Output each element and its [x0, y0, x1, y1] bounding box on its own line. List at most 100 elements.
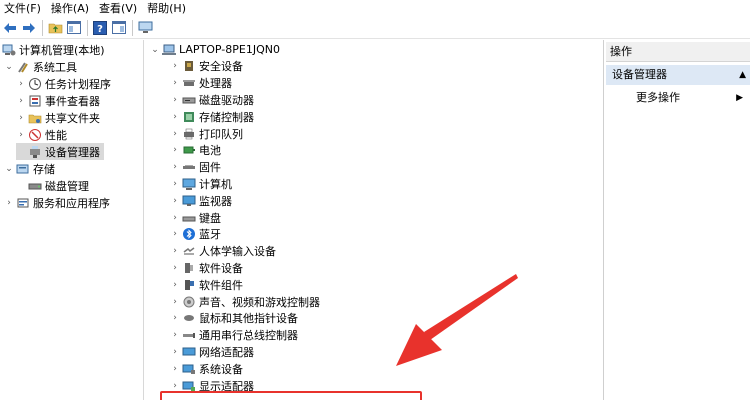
- expand-chevron-icon[interactable]: ›: [170, 213, 180, 223]
- help-icon: ?: [93, 20, 107, 35]
- expand-chevron-icon[interactable]: ›: [170, 297, 180, 307]
- expand-chevron-icon[interactable]: ›: [170, 246, 180, 256]
- device-category-label: 鼠标和其他指针设备: [199, 312, 298, 326]
- console-tree-item[interactable]: ⌄ 系统工具: [4, 58, 77, 75]
- expand-chevron-icon[interactable]: ›: [170, 313, 180, 323]
- device-category-item[interactable]: › 鼠标和其他指针设备: [170, 310, 298, 327]
- expand-chevron-icon[interactable]: ›: [170, 381, 180, 391]
- expand-chevron-icon[interactable]: ›: [170, 196, 180, 206]
- show-hide-tree-button[interactable]: [66, 20, 82, 36]
- shared-folder-icon: [28, 111, 42, 125]
- menu-file[interactable]: 文件(F): [0, 0, 47, 17]
- device-category-item[interactable]: › 系统设备: [170, 360, 243, 377]
- device-category-item[interactable]: › 软件设备: [170, 259, 243, 276]
- more-actions-item[interactable]: 更多操作 ▶: [606, 89, 750, 107]
- device-category-label: 人体学输入设备: [199, 245, 276, 259]
- expand-chevron-icon[interactable]: ›: [16, 79, 26, 89]
- expand-chevron-icon[interactable]: ›: [170, 61, 180, 71]
- console-tree-item[interactable]: › 任务计划程序: [16, 75, 111, 92]
- collapse-chevron-icon[interactable]: ⌄: [4, 164, 14, 174]
- expand-chevron-icon[interactable]: ›: [170, 145, 180, 155]
- console-tree-label: 共享文件夹: [45, 111, 100, 125]
- device-category-item[interactable]: › 网络适配器: [170, 343, 254, 360]
- back-arrow-icon: [4, 22, 16, 33]
- computer-icon: [182, 177, 196, 191]
- expand-chevron-icon[interactable]: ›: [170, 263, 180, 273]
- expand-chevron-icon[interactable]: ›: [170, 364, 180, 374]
- console-tree-item[interactable]: 磁盘管理: [16, 177, 89, 194]
- device-category-item[interactable]: › 处理器: [170, 75, 232, 92]
- menu-help[interactable]: 帮助(H): [143, 0, 192, 17]
- disk-drive-icon: [182, 93, 196, 107]
- device-manager-icon: [28, 145, 42, 159]
- computer-management-icon: [2, 43, 16, 57]
- console-tree-item[interactable]: 设备管理器: [16, 143, 104, 160]
- device-category-label: 软件组件: [199, 278, 243, 292]
- device-category-item[interactable]: › 电池: [170, 142, 221, 159]
- red-highlight-box: [160, 391, 422, 400]
- folder-up-icon: [48, 23, 62, 34]
- expand-chevron-icon[interactable]: ›: [170, 95, 180, 105]
- toolbar-separator: [87, 19, 88, 36]
- expand-chevron-icon[interactable]: ›: [170, 347, 180, 357]
- expand-chevron-icon[interactable]: ›: [16, 96, 26, 106]
- menu-bar: 文件(F) 操作(A) 查看(V) 帮助(H): [0, 0, 750, 17]
- console-tree-item[interactable]: › 共享文件夹: [16, 109, 100, 126]
- usb-icon: [182, 328, 196, 342]
- device-category-item[interactable]: › 安全设备: [170, 58, 243, 75]
- up-folder-button[interactable]: [47, 20, 63, 36]
- device-category-item[interactable]: › 通用串行总线控制器: [170, 327, 298, 344]
- monitor-scan-icon: [138, 21, 152, 33]
- device-category-item[interactable]: › 计算机: [170, 175, 232, 192]
- device-category-label: 系统设备: [199, 362, 243, 376]
- actions-section[interactable]: 设备管理器 ▲: [606, 65, 750, 85]
- console-tree-item[interactable]: › 服务和应用程序: [4, 194, 110, 211]
- expand-chevron-icon[interactable]: ›: [170, 229, 180, 239]
- device-category-item[interactable]: › 磁盘驱动器: [170, 91, 254, 108]
- device-category-item[interactable]: › 存储控制器: [170, 108, 254, 125]
- expand-chevron-icon[interactable]: ›: [170, 162, 180, 172]
- disk-management-icon: [28, 179, 42, 193]
- expand-chevron-icon[interactable]: ›: [170, 280, 180, 290]
- console-tree-label: 计算机管理(本地): [19, 43, 105, 57]
- laptop-icon: [162, 43, 176, 57]
- console-tree-item[interactable]: › 性能: [16, 126, 67, 143]
- device-category-item[interactable]: › 声音、视频和游戏控制器: [170, 293, 320, 310]
- toolbar-separator: [132, 19, 133, 36]
- expand-chevron-icon[interactable]: ›: [16, 130, 26, 140]
- svg-text:?: ?: [97, 24, 103, 35]
- services-icon: [16, 196, 30, 210]
- device-category-item[interactable]: › 打印队列: [170, 125, 243, 142]
- device-category-label: 存储控制器: [199, 110, 254, 124]
- expand-chevron-icon[interactable]: ›: [16, 113, 26, 123]
- back-button[interactable]: [2, 20, 18, 36]
- expand-chevron-icon[interactable]: ›: [170, 330, 180, 340]
- expand-chevron-icon[interactable]: ›: [170, 129, 180, 139]
- device-category-item[interactable]: › 蓝牙: [170, 226, 221, 243]
- device-category-item[interactable]: › 软件组件: [170, 276, 243, 293]
- expand-chevron-icon[interactable]: ›: [170, 179, 180, 189]
- scan-hardware-button[interactable]: [137, 20, 153, 36]
- device-category-item[interactable]: › 固件: [170, 159, 221, 176]
- bluetooth-icon: [182, 227, 196, 241]
- properties-button[interactable]: [111, 20, 127, 36]
- console-tree-item[interactable]: › 事件查看器: [16, 92, 100, 109]
- expand-chevron-icon[interactable]: ›: [4, 198, 14, 208]
- device-category-item[interactable]: › 键盘: [170, 209, 221, 226]
- help-button[interactable]: ?: [92, 20, 108, 36]
- collapse-caret-icon[interactable]: ▲: [739, 65, 746, 85]
- hid-icon: [182, 244, 196, 258]
- device-category-label: 处理器: [199, 77, 232, 91]
- console-tree-item[interactable]: ⌄ 存储: [4, 160, 55, 177]
- expand-chevron-icon[interactable]: ›: [170, 78, 180, 88]
- expand-chevron-icon[interactable]: ›: [170, 112, 180, 122]
- device-category-item[interactable]: › 监视器: [170, 192, 232, 209]
- forward-button[interactable]: [21, 20, 37, 36]
- device-tree-root[interactable]: ⌄ LAPTOP-8PE1JQN0: [150, 41, 280, 58]
- menu-action[interactable]: 操作(A): [47, 0, 95, 17]
- device-category-item[interactable]: › 人体学输入设备: [170, 243, 276, 260]
- console-tree-item[interactable]: 计算机管理(本地): [0, 41, 105, 58]
- collapse-chevron-icon[interactable]: ⌄: [150, 45, 160, 55]
- collapse-chevron-icon[interactable]: ⌄: [4, 62, 14, 72]
- menu-view[interactable]: 查看(V): [95, 0, 143, 17]
